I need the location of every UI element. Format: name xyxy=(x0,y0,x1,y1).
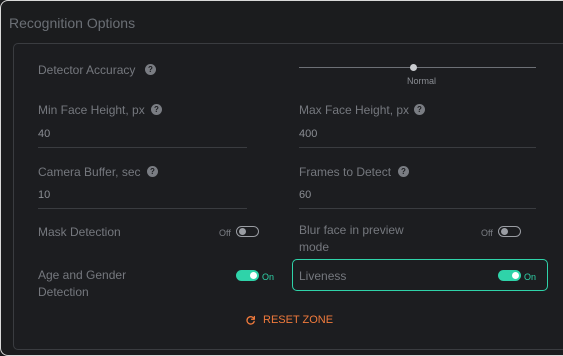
frames-to-detect-input[interactable]: 60 xyxy=(299,189,311,201)
frames-to-detect-underline xyxy=(299,208,536,209)
detector-accuracy-slider-thumb[interactable] xyxy=(410,64,417,71)
detector-accuracy-value: Normal xyxy=(407,76,437,86)
camera-buffer-label: Camera Buffer, sec xyxy=(38,165,141,179)
mask-detection-state: Off xyxy=(219,228,231,238)
min-face-height-underline xyxy=(38,147,247,148)
options-container xyxy=(13,43,563,350)
detector-accuracy-help-icon[interactable]: ? xyxy=(145,64,156,75)
min-face-height-input[interactable]: 40 xyxy=(38,128,50,140)
reset-zone-button[interactable]: RESET ZONE xyxy=(245,314,333,326)
blur-face-label-line2: mode xyxy=(299,240,330,254)
liveness-state: On xyxy=(524,272,537,282)
reset-zone-label: RESET ZONE xyxy=(263,314,334,326)
liveness-toggle[interactable] xyxy=(498,270,521,281)
age-gender-label-line2: Detection xyxy=(38,285,89,299)
blur-face-label-line1: Blur face in preview xyxy=(299,223,404,237)
min-face-height-help-icon[interactable]: ? xyxy=(151,104,162,115)
camera-buffer-input[interactable]: 10 xyxy=(38,189,50,201)
detector-accuracy-label: Detector Accuracy xyxy=(38,63,136,77)
refresh-icon xyxy=(246,315,255,325)
camera-buffer-help-icon[interactable]: ? xyxy=(147,166,158,177)
mask-detection-toggle[interactable] xyxy=(236,226,259,237)
max-face-height-label: Max Face Height, px xyxy=(299,103,410,117)
age-gender-state: On xyxy=(262,272,275,282)
frames-to-detect-label: Frames to Detect xyxy=(299,165,392,179)
max-face-height-help-icon[interactable]: ? xyxy=(414,104,425,115)
min-face-height-label: Min Face Height, px xyxy=(38,103,145,117)
age-gender-label-line1: Age and Gender xyxy=(38,268,127,282)
blur-face-toggle[interactable] xyxy=(498,226,521,237)
camera-buffer-underline xyxy=(38,208,247,209)
frames-to-detect-help-icon[interactable]: ? xyxy=(398,166,409,177)
liveness-label: Liveness xyxy=(299,269,347,283)
max-face-height-input[interactable]: 400 xyxy=(299,128,317,140)
blur-face-state: Off xyxy=(481,228,493,238)
section-title: Recognition Options xyxy=(9,15,136,31)
age-gender-toggle[interactable] xyxy=(236,270,259,281)
mask-detection-label: Mask Detection xyxy=(38,225,121,239)
detector-accuracy-slider[interactable] xyxy=(299,67,536,68)
max-face-height-underline xyxy=(299,147,536,148)
